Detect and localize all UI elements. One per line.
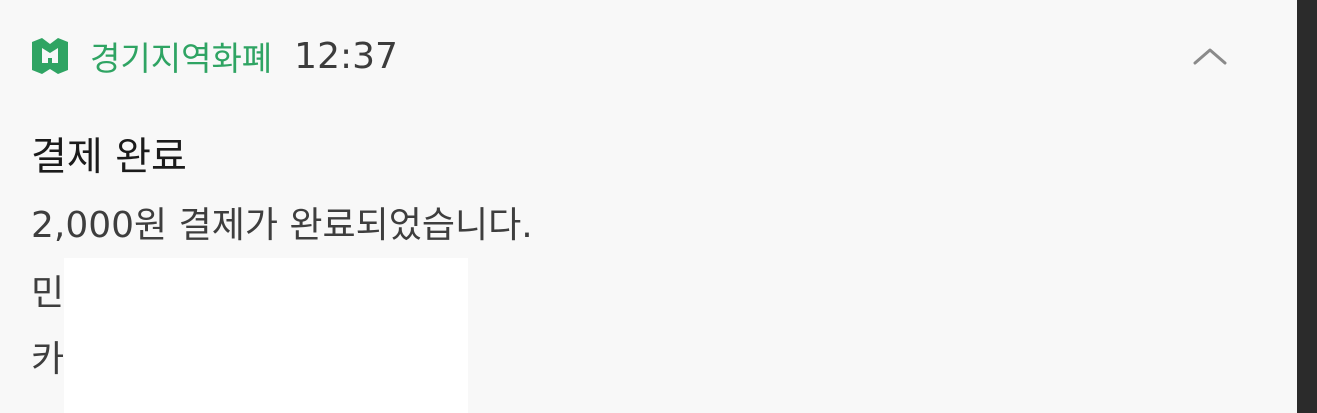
app-logo-icon <box>24 30 76 82</box>
chevron-up-icon <box>1192 46 1228 70</box>
notification-message: 2,000원 결제가 완료되었습니다. <box>31 205 533 246</box>
notification-time: 12:37 <box>294 35 398 77</box>
notification-header: 경기지역화폐 12:37 <box>24 30 398 82</box>
merchant-line: 민 <box>31 273 65 314</box>
card-line: 카 <box>31 339 65 380</box>
notification-title: 결제 완료 <box>31 135 187 180</box>
app-name: 경기지역화폐 <box>90 39 273 78</box>
notification-card[interactable]: 경기지역화폐 12:37 결제 완료 2,000원 결제가 완료되었습니다. 민… <box>0 0 1297 413</box>
screen-edge <box>1297 0 1317 413</box>
redaction-box <box>64 258 468 413</box>
collapse-button[interactable] <box>1184 32 1236 84</box>
